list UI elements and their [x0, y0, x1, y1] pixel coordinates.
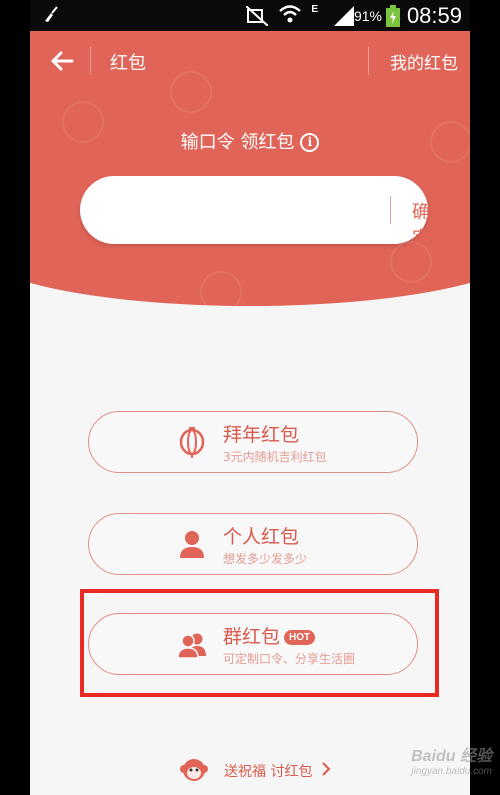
- battery-percent: 91%: [353, 8, 382, 24]
- lantern-icon: [177, 426, 207, 458]
- baidu-watermark: Baidu 经验 jingyan.baidu.com: [411, 742, 492, 777]
- info-icon[interactable]: i: [300, 133, 320, 152]
- confirm-button[interactable]: 确定: [412, 198, 430, 250]
- footer-text: 送祝福 讨红包: [224, 764, 313, 780]
- command-input[interactable]: [104, 194, 378, 228]
- option-title: 拜年红包: [223, 424, 300, 446]
- my-red-packets-link[interactable]: 我的红包: [390, 49, 458, 74]
- page-title: 红包: [110, 53, 146, 74]
- chevron-right-icon: [320, 760, 332, 778]
- clock: 08:59: [406, 3, 462, 28]
- option-subtitle: 3元内随机吉利红包: [223, 450, 327, 464]
- divider: [90, 47, 91, 75]
- command-title: 输口令 领红包: [180, 132, 295, 153]
- pattern-decoration: [200, 271, 242, 313]
- new-year-packet-button[interactable]: 拜年红包 3元内随机吉利红包: [88, 411, 418, 473]
- watermark-url: jingyan.baidu.com: [411, 766, 492, 777]
- highlight-box: [80, 589, 439, 697]
- command-heading: 输口令 领红包 i: [30, 128, 470, 154]
- person-icon: [177, 528, 207, 560]
- command-input-box: 确定: [80, 176, 430, 249]
- option-title: 个人红包: [223, 526, 300, 548]
- back-arrow-icon[interactable]: [48, 45, 80, 77]
- top-bar: 红包 我的红包: [30, 31, 470, 91]
- option-subtitle: 想发多少发多少: [223, 552, 308, 566]
- battery-icon: [386, 5, 400, 32]
- signal-icon: [334, 6, 354, 31]
- mute-icon: [245, 5, 269, 31]
- watermark-brand: Baidu 经验: [411, 748, 492, 765]
- divider: [390, 196, 391, 224]
- lte-label: E: [311, 4, 318, 15]
- wifi-icon: [278, 3, 302, 30]
- broom-icon: [42, 5, 60, 28]
- personal-packet-button[interactable]: 个人红包 想发多少发多少: [88, 513, 418, 575]
- status-bar: E 91% 08:59: [30, 0, 470, 31]
- divider: [368, 47, 369, 75]
- monkey-mascot-icon: [180, 756, 208, 784]
